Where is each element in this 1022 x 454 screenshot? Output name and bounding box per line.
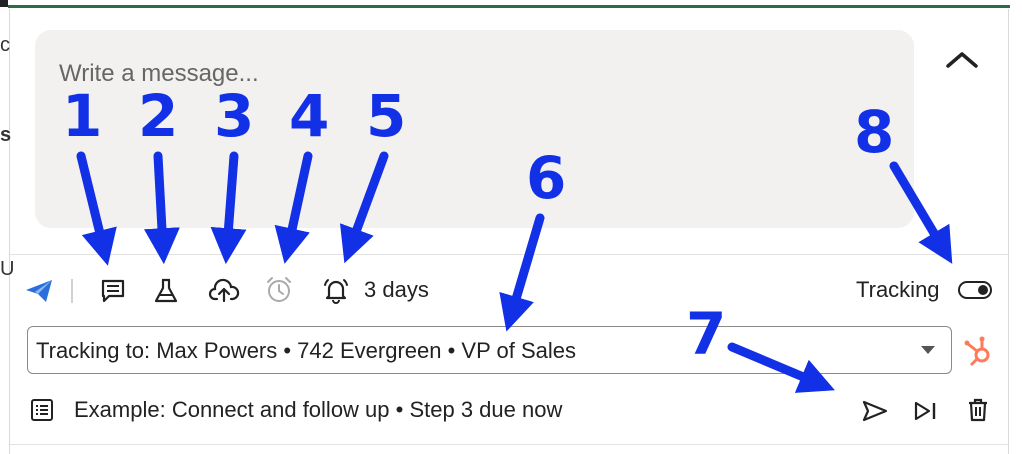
annotation-arrow (274, 151, 313, 264)
annotation-arrow (210, 151, 247, 265)
annotation-number: 3 (214, 82, 255, 150)
annotation-number: 1 (62, 82, 103, 150)
annotation-number: 8 (854, 98, 895, 166)
annotation-number: 6 (526, 144, 567, 212)
annotation-arrow (499, 213, 545, 332)
annotation-arrow (143, 151, 180, 265)
annotation-number: 7 (686, 300, 727, 368)
annotation-number: 4 (289, 82, 330, 150)
annotation-number: 2 (138, 82, 179, 150)
annotation-number: 5 (366, 82, 407, 150)
annotation-arrow (339, 151, 389, 264)
annotation-arrow (727, 342, 835, 393)
annotation-arrows (76, 151, 953, 393)
annotation-arrow (889, 161, 953, 264)
annotation-arrow (76, 151, 117, 266)
